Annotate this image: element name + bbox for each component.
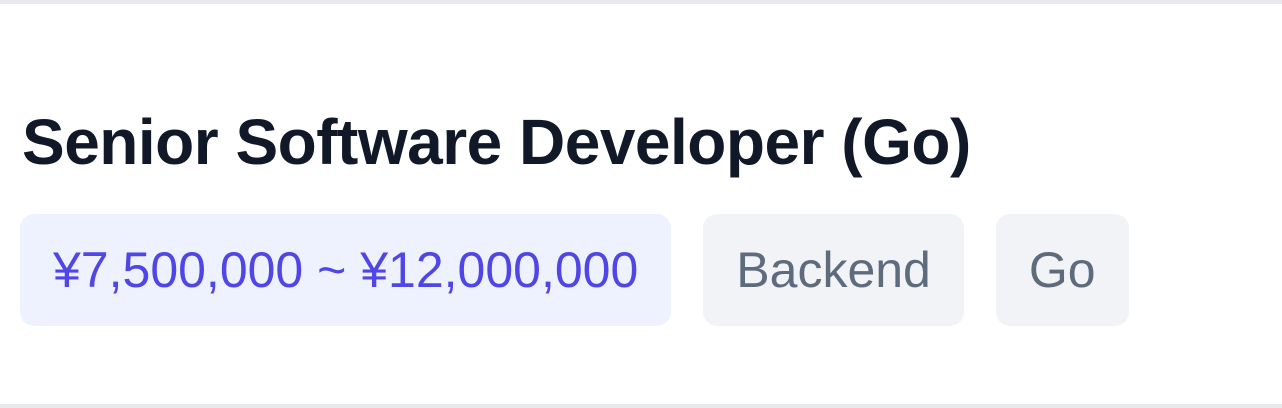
job-listing-page: Senior Software Developer (Go) ¥7,500,00… — [0, 0, 1282, 408]
job-title[interactable]: Senior Software Developer (Go) — [22, 100, 1282, 184]
job-tag-row: ¥7,500,000 ~ ¥12,000,000 Backend Go — [20, 214, 1282, 326]
job-card[interactable]: Senior Software Developer (Go) ¥7,500,00… — [20, 100, 1282, 326]
tag-go: Go — [995, 214, 1129, 326]
bottom-divider — [0, 404, 1282, 408]
top-divider — [0, 0, 1282, 4]
salary-badge: ¥7,500,000 ~ ¥12,000,000 — [20, 214, 672, 326]
tag-backend: Backend — [703, 214, 964, 326]
